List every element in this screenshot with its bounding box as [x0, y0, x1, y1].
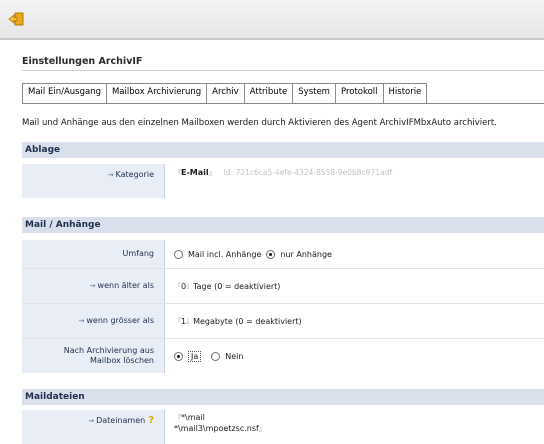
umfang-radio-group: Mail incl. Anhänge nur Anhänge — [174, 240, 544, 268]
aelter-unit: Tage (0 = deaktiviert) — [193, 281, 281, 291]
groesser-unit: Megabyte (0 = deaktiviert) — [193, 316, 302, 326]
aelter-label: → wenn älter als — [22, 269, 165, 303]
toolbar — [0, 0, 544, 40]
tab-archiv[interactable]: Archiv — [206, 83, 244, 104]
field-bracket-icon: 』 — [186, 317, 194, 325]
tab-protokoll[interactable]: Protokoll — [334, 83, 383, 104]
radio-ja[interactable] — [174, 351, 183, 361]
row-umfang: Umfang Mail incl. Anhänge nur Anhänge — [22, 240, 544, 268]
field-bracket-icon: 『 — [174, 414, 181, 422]
field-bracket-icon: 『 — [174, 282, 181, 290]
arrow-icon: → — [88, 417, 95, 425]
page-title: Einstellungen ArchivIF — [22, 56, 143, 67]
kategorie-label: → Kategorie — [22, 164, 165, 198]
field-bracket-icon: 『 — [174, 169, 181, 177]
section-ablage: Ablage — [22, 142, 544, 158]
description-text: Mail und Anhänge aus den einzelnen Mailb… — [22, 118, 497, 128]
groesser-label: → wenn grösser als — [22, 304, 165, 338]
radio-mail-incl-label: Mail incl. Anhänge — [188, 249, 262, 259]
tab-historie[interactable]: Historie — [382, 83, 428, 104]
title-divider — [22, 70, 544, 71]
radio-mail-incl[interactable] — [174, 249, 183, 259]
dateinamen-line-2: *\mail3\mpoetzsc.nsf — [174, 424, 259, 433]
row-kategorie: → Kategorie 『 E-Mail 』 Id: 721c6ca5-4efe… — [22, 164, 544, 198]
radio-ja-label: Ja — [188, 350, 202, 362]
kategorie-value: E-Mail — [181, 168, 209, 177]
tab-bar: Mail Ein/Ausgang Mailbox Archivierung Ar… — [22, 83, 428, 104]
groesser-field[interactable]: 『 1 』 Megabyte (0 = deaktiviert) — [174, 304, 544, 338]
tab-baseline — [22, 103, 544, 104]
aelter-field[interactable]: 『 0 』 Tage (0 = deaktiviert) — [174, 269, 544, 303]
dateinamen-label: → Dateinamen ? — [22, 410, 165, 444]
row-dateinamen: → Dateinamen ? 『*\mail *\mail3\mpoetzsc.… — [22, 410, 544, 444]
umfang-label: Umfang — [22, 240, 165, 268]
kategorie-id: Id: 721c6ca5-4efe-4324-8558-9e0b8c871adf — [223, 168, 392, 177]
radio-nur-anhaenge[interactable] — [266, 249, 276, 259]
field-bracket-icon: 『 — [174, 317, 181, 325]
arrow-icon: → — [78, 317, 85, 325]
loeschen-label: Nach Archivierung aus Mailbox löschen — [22, 339, 165, 373]
arrow-icon: → — [89, 282, 96, 290]
row-groesser-als: → wenn grösser als 『 1 』 Megabyte (0 = d… — [22, 304, 544, 338]
dateinamen-line-1: *\mail — [181, 413, 205, 422]
back-arrow-icon[interactable] — [8, 12, 24, 26]
loeschen-radio-group: Ja Nein — [174, 339, 544, 373]
section-mail-anhaenge: Mail / Anhänge — [22, 217, 544, 233]
kategorie-field[interactable]: 『 E-Mail 』 Id: 721c6ca5-4efe-4324-8558-9… — [174, 164, 544, 198]
tab-system[interactable]: System — [292, 83, 335, 104]
tab-mail-ein-ausgang[interactable]: Mail Ein/Ausgang — [22, 83, 106, 104]
radio-nein-label: Nein — [225, 351, 244, 361]
help-icon[interactable]: ? — [148, 416, 154, 426]
radio-nein[interactable] — [211, 351, 221, 361]
field-bracket-icon: 』 — [258, 425, 266, 433]
tab-mailbox-archivierung[interactable]: Mailbox Archivierung — [105, 83, 207, 104]
field-bracket-icon: 』 — [208, 169, 216, 177]
row-loeschen: Nach Archivierung aus Mailbox löschen Ja… — [22, 339, 544, 373]
radio-nur-anhaenge-label: nur Anhänge — [280, 249, 332, 259]
row-aelter-als: → wenn älter als 『 0 』 Tage (0 = deaktiv… — [22, 269, 544, 303]
section-maildateien: Maildateien — [22, 389, 544, 405]
tab-attribute[interactable]: Attribute — [243, 83, 293, 104]
dateinamen-field[interactable]: 『*\mail *\mail3\mpoetzsc.nsf』 — [174, 410, 544, 444]
arrow-icon: → — [107, 171, 114, 179]
